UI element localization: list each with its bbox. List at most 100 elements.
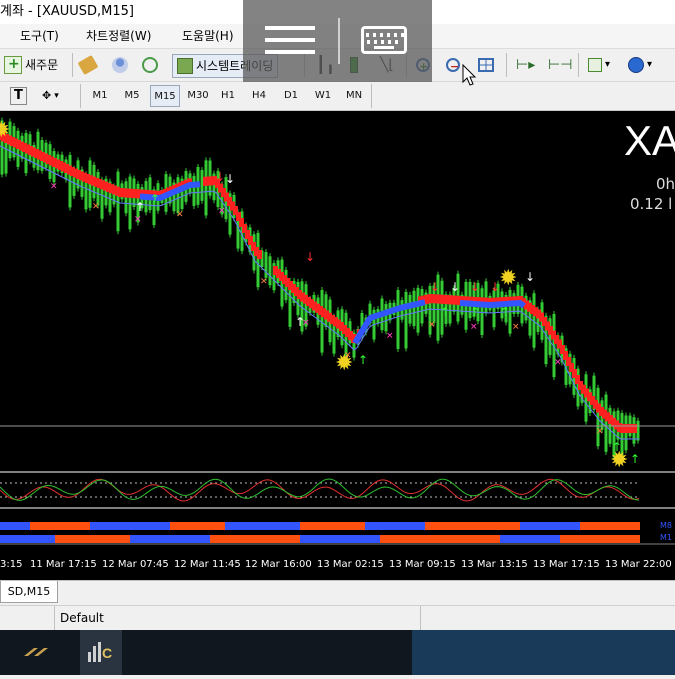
cross-marker-icon: ✕ — [176, 210, 184, 220]
time-label: 3:15 — [0, 559, 23, 570]
oscillator-subwindow — [0, 478, 640, 502]
auto-scroll-icon: ⊢⊣ — [548, 57, 573, 73]
trend-bar-row2 — [0, 535, 55, 543]
timeframe-w1[interactable]: W1 — [309, 85, 337, 107]
trend-bar-row2 — [210, 535, 300, 543]
signal-star-icon: ✹ — [610, 448, 628, 473]
price-chart[interactable]: ↑ ↑ ↑ ↑ ↑ ↑ ↑ ↑ ↑ ↓ ↓ ↓ ↓ ↓ ↓ ↓ ↓ ✹ ✹ ✹ ✹ ✕ ✕ ✕ ✕ ✕ ✕ ✕ ✕ ✕ ✕ ✕ ✕ ✕ ✕ XA 0… — [0, 111, 675, 580]
buy-arrow-icon: ↑ — [630, 452, 640, 466]
app-logo-icon — [24, 648, 48, 656]
candle-body — [480, 288, 484, 336]
sell-arrow-icon: ↓ — [525, 270, 535, 284]
text-tool-button[interactable]: T — [10, 84, 27, 108]
chart-tab-bar: SD,M15 — [0, 580, 675, 605]
person-icon — [112, 57, 128, 73]
chevron-down-icon: ▾ — [54, 91, 59, 101]
candle-body — [408, 294, 412, 324]
keyboard-icon[interactable] — [361, 26, 407, 54]
candle-body — [96, 171, 100, 206]
timeframe-m30[interactable]: M30 — [183, 85, 213, 107]
menu-help[interactable]: 도움말(H) — [182, 24, 234, 48]
time-label: 13 Mar 02:15 — [317, 559, 384, 570]
mt4-icon: C — [88, 642, 112, 662]
tile-windows-icon — [478, 58, 494, 72]
chart-shift-icon: ⊢▸ — [516, 57, 536, 73]
signal-star-icon: ✹ — [499, 266, 517, 291]
timeframe-h4[interactable]: H4 — [245, 85, 273, 107]
chart-shift-button[interactable]: ⊢▸ — [516, 53, 535, 77]
cross-marker-icon: ✕ — [554, 358, 562, 368]
buy-arrow-icon: ↑ — [135, 200, 145, 214]
trend-bar-row2 — [500, 535, 560, 543]
trend-bar-row2 — [560, 535, 640, 543]
osc-right-label-2: M1 — [660, 533, 672, 542]
timeframe-m1[interactable]: M1 — [86, 85, 114, 107]
tile-windows-button[interactable] — [478, 53, 494, 77]
time-label: 13 Mar 13:15 — [461, 559, 528, 570]
time-label: 13 Mar 22:00 — [605, 559, 672, 570]
trend-bar-row2 — [130, 535, 210, 543]
trend-bar-row1 — [170, 522, 225, 530]
buy-arrow-icon: ↑ — [500, 305, 510, 319]
trend-block-bear — [632, 424, 637, 433]
trend-bar-row1 — [30, 522, 90, 530]
auto-scroll-button[interactable]: ⊢⊣ — [548, 53, 572, 77]
taskbar-app-icon[interactable] — [20, 642, 50, 662]
candle-body — [412, 290, 416, 327]
trend-bar-row2 — [380, 535, 500, 543]
trend-bar-row1 — [0, 522, 30, 530]
zoom-out-button[interactable]: − — [446, 53, 460, 77]
time-label: 13 Mar 17:15 — [533, 559, 600, 570]
timeframe-h1[interactable]: H1 — [214, 85, 242, 107]
periods-button[interactable]: ▾ — [628, 53, 652, 77]
text-tool-icon: T — [10, 87, 27, 105]
chart-tab[interactable]: SD,M15 — [0, 581, 58, 603]
taskbar-mt4-button[interactable]: C — [80, 630, 122, 675]
cross-marker-icon: ✕ — [512, 323, 520, 333]
trend-bar-row2 — [55, 535, 130, 543]
trend-block-bear — [257, 250, 262, 259]
candle-body — [484, 281, 488, 314]
zoom-out-icon: − — [446, 58, 460, 73]
time-axis: 3:15 11 Mar 17:15 12 Mar 07:45 12 Mar 11… — [0, 559, 675, 579]
timeframe-m15[interactable]: M15 — [150, 85, 180, 107]
new-order-button[interactable]: + 새주문 — [4, 53, 58, 77]
symbol-label: XA — [624, 117, 675, 164]
menu-hamburger-icon[interactable] — [265, 26, 315, 56]
cross-marker-icon: ✕ — [428, 320, 436, 330]
trend-bar-row1 — [520, 522, 580, 530]
cross-marker-icon: ✕ — [596, 427, 604, 437]
time-label: 13 Mar 09:15 — [389, 559, 456, 570]
svg-text:C: C — [102, 645, 112, 661]
candle-body — [492, 290, 496, 328]
signals-button[interactable] — [142, 53, 158, 77]
buy-arrow-icon: ↑ — [358, 353, 368, 367]
navigator-button[interactable] — [112, 53, 128, 77]
sell-arrow-icon: ↓ — [470, 280, 480, 294]
time-label: 12 Mar 16:00 — [245, 559, 312, 570]
timeframe-mn[interactable]: MN — [340, 85, 368, 107]
timeframe-d1[interactable]: D1 — [277, 85, 305, 107]
trend-bar-row1 — [365, 522, 425, 530]
arrows-tool-button[interactable]: ✥ ▾ — [42, 84, 59, 108]
cross-marker-icon: ✕ — [50, 182, 58, 192]
osc-right-label-1: M8 — [660, 521, 672, 530]
trend-bar-row2 — [300, 535, 380, 543]
chevron-down-icon: ▾ — [605, 59, 611, 70]
cross-marker-icon: ✕ — [344, 351, 352, 361]
trend-bar-row1 — [425, 522, 520, 530]
envelope-line — [0, 145, 639, 440]
menu-window[interactable]: 차트정렬(W) — [86, 24, 151, 48]
chart-info-line2: 0.12 l — [630, 195, 673, 213]
chevron-down-icon: ▾ — [647, 59, 653, 70]
drawing-toolbar: T ✥ ▾ M1 M5 M15 M30 H1 H4 D1 W1 MN — [0, 82, 675, 111]
candle-body — [404, 291, 408, 349]
sell-arrow-icon: ↓ — [305, 250, 315, 264]
timeframe-m5[interactable]: M5 — [118, 85, 146, 107]
market-watch-button[interactable] — [77, 53, 99, 77]
buy-arrow-icon: ↑ — [440, 305, 450, 319]
indicators-button[interactable]: ▾ — [588, 53, 610, 77]
window-title: 계좌 - [XAUUSD,M15] — [0, 4, 135, 19]
menu-tools[interactable]: 도구(T) — [20, 24, 59, 48]
chart-canvas: ↑↑↑↑↑ ↑ ↑↑↑↓↓↓ ↓ ↓ ↓↓↓✹✹✹✹✕✕✕ ✕ ✕✕✕✕✕✕ ✕ ✕✕✕ — [0, 117, 675, 545]
